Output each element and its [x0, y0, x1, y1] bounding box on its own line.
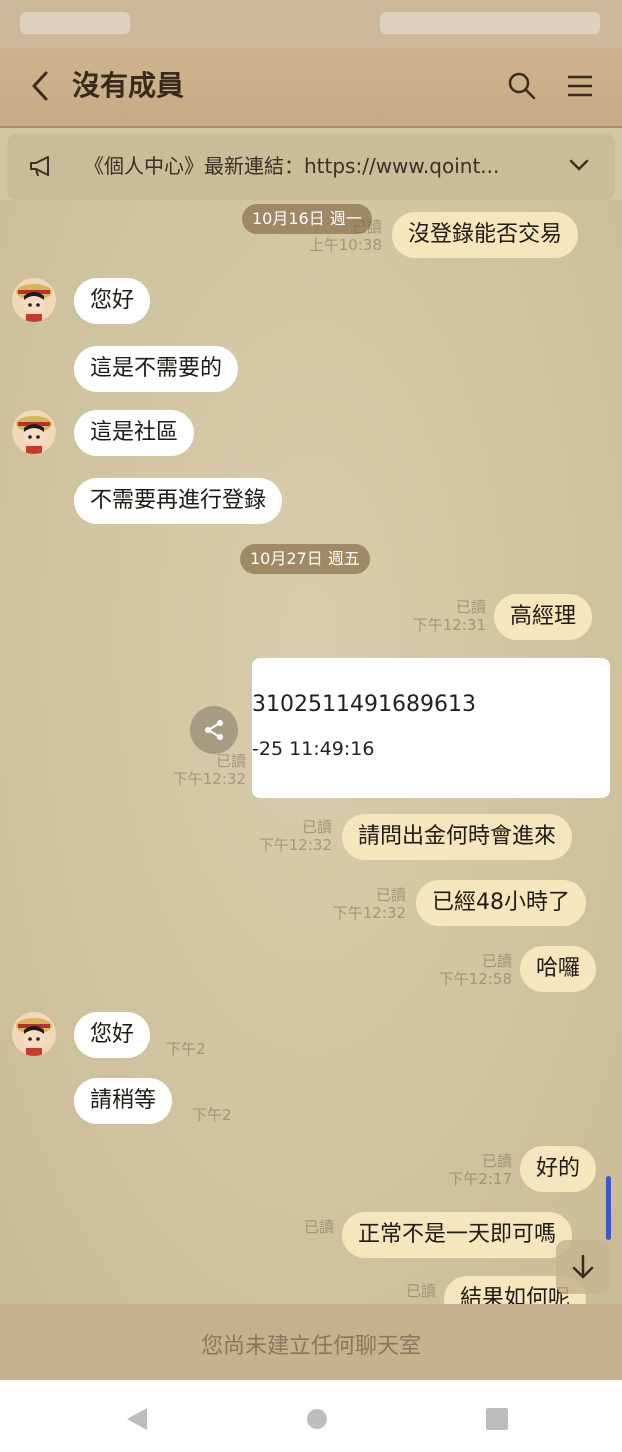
message-bubble-outgoing[interactable]: 正常不是一天即可嗎 [342, 1212, 573, 1258]
card-time-text: -25 11:49:16 [252, 738, 375, 760]
nav-recents-icon [486, 1408, 508, 1430]
arrow-down-icon [572, 1254, 594, 1279]
message-time: 下午2 [166, 1040, 206, 1058]
message-meta: 已讀 下午12:32 [248, 818, 332, 854]
read-status: 已讀 [351, 218, 382, 236]
message-bubble-incoming[interactable]: 您好 [74, 278, 151, 324]
nav-back-icon [127, 1408, 147, 1430]
message-meta: 已讀 下午2:17 [430, 1152, 512, 1188]
chat-area[interactable]: 10月16日 週一 已讀 上午10:38 沒登錄能否交易 您好 這是不需要的 這… [0, 200, 622, 1304]
announcement-text: 《個人中心》最新連結：https://www.qoint... [84, 154, 500, 178]
card-number-text: 3102511491689613 [252, 692, 476, 717]
status-right-blur [380, 12, 600, 34]
scroll-to-bottom-button[interactable] [556, 1240, 610, 1294]
message-time: 下午12:32 [258, 836, 332, 854]
search-button[interactable] [502, 66, 542, 106]
message-bubble-incoming[interactable]: 這是社區 [74, 410, 195, 456]
message-bubble-incoming[interactable]: 不需要再進行登錄 [74, 478, 283, 524]
nav-home-button[interactable] [302, 1404, 332, 1434]
chevron-down-icon[interactable] [564, 150, 594, 180]
message-bubble-incoming[interactable]: 請稍等 [74, 1078, 173, 1124]
scroll-indicator[interactable] [606, 1176, 611, 1240]
avatar[interactable] [12, 278, 56, 322]
megaphone-icon [30, 156, 49, 177]
message-time: 下午12:31 [412, 616, 486, 634]
message-meta: 已讀 下午12:32 [326, 886, 406, 922]
read-status: 已讀 [375, 886, 406, 904]
read-status: 已讀 [405, 1282, 436, 1300]
message-time: 下午12:58 [438, 970, 512, 988]
menu-icon [568, 75, 592, 97]
read-status: 已讀 [481, 1152, 512, 1170]
menu-button[interactable] [560, 66, 600, 106]
message-time: 下午12:32 [332, 904, 406, 922]
message-time: 下午12:32 [172, 770, 246, 788]
message-meta: 已讀 下午12:32 [160, 752, 246, 788]
nav-back-button[interactable] [122, 1404, 152, 1434]
read-status: 已讀 [301, 818, 332, 836]
read-status: 已讀 [303, 1218, 334, 1236]
message-meta: 已讀 上午10:38 [300, 218, 382, 254]
back-button[interactable] [22, 66, 58, 106]
message-bubble-outgoing[interactable]: 哈囉 [520, 946, 597, 992]
message-bubble-outgoing[interactable]: 請問出金何時會進來 [342, 814, 573, 860]
message-time: 下午2 [192, 1106, 232, 1124]
message-bubble-outgoing[interactable]: 沒登錄能否交易 [392, 212, 579, 258]
read-status: 已讀 [215, 752, 246, 770]
system-nav-bar [0, 1380, 622, 1452]
read-status: 已讀 [455, 598, 486, 616]
date-separator: 10月27日 週五 [240, 544, 370, 574]
avatar[interactable] [12, 1012, 56, 1056]
image-message-card[interactable]: 3102511491689613 -25 11:49:16 [252, 658, 610, 798]
back-arrow-icon [32, 71, 48, 101]
message-meta: 已讀 下午12:31 [404, 598, 486, 634]
avatar-icon [16, 416, 52, 454]
message-time: 下午2:17 [448, 1170, 512, 1188]
message-bubble-incoming[interactable]: 您好 [74, 1012, 151, 1058]
message-bubble-outgoing[interactable]: 高經理 [494, 594, 593, 640]
search-icon [508, 72, 536, 100]
message-bubble-outgoing[interactable]: 好的 [520, 1146, 597, 1192]
share-icon [205, 720, 223, 740]
avatar[interactable] [12, 410, 56, 454]
input-placeholder: 您尚未建立任何聊天室 [200, 1334, 421, 1359]
status-left-blur [20, 12, 130, 34]
share-button[interactable] [190, 706, 238, 754]
chat-header: 沒有成員 [0, 48, 622, 128]
nav-recents-button[interactable] [482, 1404, 512, 1434]
message-time: 上午10:38 [308, 236, 382, 254]
message-bubble-outgoing[interactable]: 已經48小時了 [416, 880, 586, 926]
message-bubble-incoming[interactable]: 這是不需要的 [74, 346, 239, 392]
avatar-icon [16, 1018, 52, 1056]
read-status: 已讀 [481, 952, 512, 970]
announcement-bar[interactable]: 《個人中心》最新連結：https://www.qoint... [8, 134, 614, 198]
nav-home-icon [307, 1409, 327, 1429]
status-bar [0, 0, 622, 48]
input-bar[interactable]: 您尚未建立任何聊天室 [0, 1304, 622, 1380]
message-meta: 已讀 下午12:58 [430, 952, 512, 988]
avatar-icon [16, 284, 52, 322]
chat-title: 沒有成員 [72, 69, 185, 102]
